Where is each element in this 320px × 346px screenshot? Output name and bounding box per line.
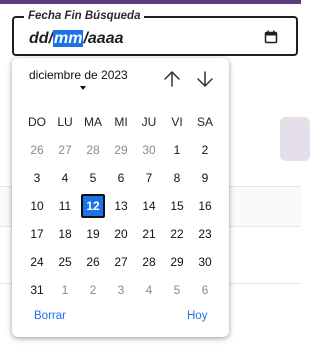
calendar-day[interactable]: 30 (135, 136, 163, 164)
selected-day[interactable]: 12 (81, 194, 105, 218)
weekday-header: VI (171, 115, 183, 129)
calendar-day[interactable]: 29 (163, 248, 191, 276)
calendar-day[interactable]: 24 (23, 248, 51, 276)
calendar-day[interactable]: 9 (191, 164, 219, 192)
month-segment[interactable]: mm (53, 30, 84, 47)
calendar-day[interactable]: 1 (163, 136, 191, 164)
calendar-day[interactable]: 19 (79, 220, 107, 248)
clear-button[interactable]: Borrar (34, 309, 66, 323)
calendar-day[interactable]: 5 (79, 164, 107, 192)
calendar-day[interactable]: 26 (79, 248, 107, 276)
weekday-header: DO (28, 115, 46, 129)
month-year-select[interactable]: diciembre de 2023 (29, 68, 128, 82)
calendar-day[interactable]: 4 (51, 164, 79, 192)
today-button[interactable]: Hoy (187, 309, 207, 323)
calendar-day[interactable]: 29 (107, 136, 135, 164)
arrow-up-icon[interactable] (162, 69, 182, 89)
calendar-day[interactable]: 13 (107, 192, 135, 220)
calendar-day[interactable]: 28 (135, 248, 163, 276)
day-segment[interactable]: dd (29, 30, 49, 47)
date-value[interactable]: dd/mm/aaaa (29, 29, 124, 49)
weekday-header: JU (141, 115, 157, 129)
calendar-day[interactable]: 7 (135, 164, 163, 192)
calendar-day[interactable]: 6 (191, 276, 219, 304)
weekday-header: MI (114, 115, 128, 129)
calendar-grid: DO LU MA MI JU VI SA 26 27 28 29 30 1 2 3 4 5 6 7 8 9 10 11 12 1… (23, 108, 219, 304)
calendar-day[interactable]: 22 (163, 220, 191, 248)
calendar-icon[interactable] (264, 30, 278, 44)
calendar-day[interactable]: 15 (163, 192, 191, 220)
field-label: Fecha Fin Búsqueda (24, 9, 145, 23)
weekday-header: LU (57, 115, 73, 129)
calendar-day[interactable]: 4 (135, 276, 163, 304)
calendar-day[interactable]: 5 (163, 276, 191, 304)
calendar-day[interactable]: 23 (191, 220, 219, 248)
calendar-day[interactable]: 6 (107, 164, 135, 192)
year-segment[interactable]: aaaa (88, 30, 124, 47)
calendar-day[interactable]: 17 (23, 220, 51, 248)
calendar-day[interactable]: 20 (107, 220, 135, 248)
calendar-day[interactable]: 18 (51, 220, 79, 248)
calendar-day[interactable]: 25 (51, 248, 79, 276)
app-top-bar (0, 0, 301, 4)
calendar-day[interactable]: 31 (23, 276, 51, 304)
calendar-day[interactable]: 10 (23, 192, 51, 220)
background-button[interactable] (280, 117, 310, 161)
calendar-day[interactable]: 2 (79, 276, 107, 304)
calendar-day[interactable]: 27 (107, 248, 135, 276)
calendar-day[interactable]: 30 (191, 248, 219, 276)
calendar-day[interactable]: 16 (191, 192, 219, 220)
calendar-popup: diciembre de 2023 DO LU MA MI JU VI SA 26 27 28 29… (12, 58, 229, 337)
calendar-day[interactable]: 21 (135, 220, 163, 248)
calendar-day[interactable]: 27 (51, 136, 79, 164)
calendar-day[interactable]: 14 (135, 192, 163, 220)
calendar-day[interactable]: 3 (107, 276, 135, 304)
calendar-day[interactable]: 3 (23, 164, 51, 192)
calendar-day[interactable]: 1 (51, 276, 79, 304)
calendar-day[interactable]: 11 (51, 192, 79, 220)
calendar-day[interactable]: 28 (79, 136, 107, 164)
chevron-down-icon[interactable] (80, 86, 86, 90)
calendar-day[interactable]: 26 (23, 136, 51, 164)
arrow-down-icon[interactable] (195, 69, 215, 89)
calendar-day[interactable]: 2 (191, 136, 219, 164)
weekday-header: MA (84, 115, 102, 129)
weekday-header: SA (196, 115, 213, 129)
calendar-day[interactable]: 8 (163, 164, 191, 192)
